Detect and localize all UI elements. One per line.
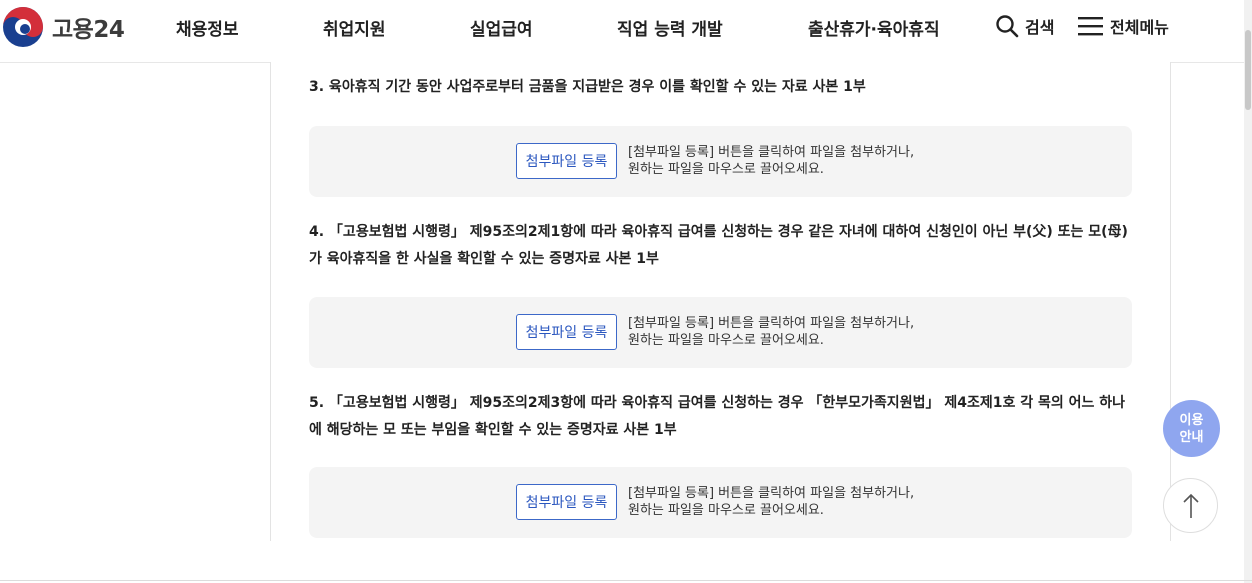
nav-job-info[interactable]: 채용정보 (176, 15, 239, 40)
search-icon (996, 15, 1019, 38)
footer-divider (0, 580, 1252, 581)
all-menu-button[interactable]: 전체메뉴 (1078, 14, 1169, 38)
upload-guide-line2: 원하는 파일을 마우스로 끌어오세요. (628, 162, 824, 177)
document-item-3: 3. 육아휴직 기간 동안 사업주로부터 금품을 지급받은 경우 이를 확인할 … (309, 79, 866, 95)
scroll-to-top-button[interactable] (1163, 478, 1218, 533)
upload-guide-text: [첨부파일 등록] 버튼을 클릭하여 파일을 첨부하거나, 원하는 파일을 마우… (628, 485, 914, 519)
all-menu-label: 전체메뉴 (1110, 18, 1169, 37)
upload-guide-line1: [첨부파일 등록] 버튼을 클릭하여 파일을 첨부하거나, (628, 145, 915, 160)
document-item-4: 4. 「고용보험법 시행령」 제95조의2제1항에 따라 육아휴직 급여를 신청… (309, 224, 1128, 267)
scrollbar-thumb[interactable] (1245, 30, 1251, 110)
file-drop-zone[interactable]: 첨부파일 등록 [첨부파일 등록] 버튼을 클릭하여 파일을 첨부하거나, 원하… (309, 126, 1132, 197)
attachment-section: 3. 육아휴직 기간 동안 사업주로부터 금품을 지급받은 경우 이를 확인할 … (270, 62, 1171, 541)
search-button[interactable]: 검색 (995, 14, 1054, 38)
upload-guide-text: [첨부파일 등록] 버튼을 클릭하여 파일을 첨부하거나, 원하는 파일을 마우… (628, 144, 914, 178)
site-logo[interactable]: 고용24 (2, 6, 125, 48)
attach-file-button[interactable]: 첨부파일 등록 (516, 143, 617, 179)
upload-guide-line1: [첨부파일 등록] 버튼을 클릭하여 파일을 첨부하거나, (628, 316, 915, 331)
search-label: 검색 (1025, 18, 1055, 37)
logo-text: 고용24 (52, 17, 125, 43)
document-item-5: 5. 「고용보험법 시행령」 제95조의2제3항에 따라 육아휴직 급여를 신청… (309, 395, 1125, 438)
usage-guide-line2: 안내 (1179, 429, 1204, 445)
arrow-up-icon (1182, 493, 1199, 518)
nav-unemployment-benefits[interactable]: 실업급여 (470, 15, 533, 40)
hamburger-menu-icon (1078, 17, 1103, 36)
upload-guide-line1: [첨부파일 등록] 버튼을 클릭하여 파일을 첨부하거나, (628, 486, 915, 501)
nav-parental-leave[interactable]: 출산휴가·육아휴직 (808, 15, 940, 40)
upload-guide-text: [첨부파일 등록] 버튼을 클릭하여 파일을 첨부하거나, 원하는 파일을 마우… (628, 315, 914, 349)
page-scrollbar[interactable] (1244, 0, 1252, 583)
upload-guide-line2: 원하는 파일을 마우스로 끌어오세요. (628, 333, 824, 348)
upload-guide-line2: 원하는 파일을 마우스로 끌어오세요. (628, 503, 824, 518)
usage-guide-button[interactable]: 이용 안내 (1163, 400, 1220, 457)
nav-vocational-training[interactable]: 직업 능력 개발 (617, 15, 723, 40)
attach-file-button[interactable]: 첨부파일 등록 (516, 484, 617, 520)
site-header: 고용24 채용정보 취업지원 실업급여 직업 능력 개발 출산휴가·육아휴직 검… (0, 0, 1252, 63)
nav-employment-support[interactable]: 취업지원 (323, 15, 386, 40)
taegeuk-logo-icon (3, 7, 43, 47)
file-drop-zone[interactable]: 첨부파일 등록 [첨부파일 등록] 버튼을 클릭하여 파일을 첨부하거나, 원하… (309, 297, 1132, 368)
file-drop-zone[interactable]: 첨부파일 등록 [첨부파일 등록] 버튼을 클릭하여 파일을 첨부하거나, 원하… (309, 467, 1132, 538)
attach-file-button[interactable]: 첨부파일 등록 (516, 314, 617, 350)
usage-guide-line1: 이용 (1179, 412, 1204, 428)
